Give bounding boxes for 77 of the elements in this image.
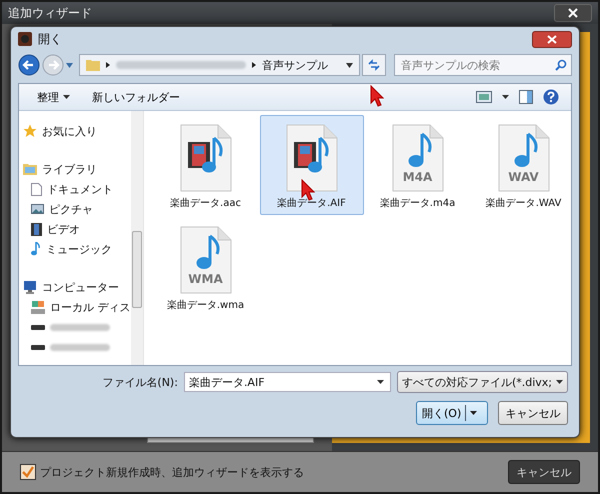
search-input[interactable]: 音声サンプルの検索 bbox=[399, 58, 555, 72]
drive-icon bbox=[31, 344, 45, 350]
disk-icon bbox=[31, 300, 45, 314]
sidebar-item[interactable]: ミュージック bbox=[19, 239, 130, 259]
computer-icon bbox=[23, 280, 37, 294]
chevron-icon bbox=[106, 62, 110, 68]
file-type-dropdown[interactable]: すべての対応ファイル(*.divx; bbox=[396, 371, 568, 393]
caret-icon bbox=[63, 95, 70, 99]
sidebar-item[interactable]: ローカル ディス bbox=[19, 297, 130, 317]
close-icon bbox=[568, 8, 578, 18]
search-icon bbox=[555, 59, 567, 71]
sidebar-item[interactable]: ライブラリ bbox=[19, 159, 130, 179]
filename-label: ファイル名(N): bbox=[102, 374, 178, 390]
file-name: 楽曲データ.WAV bbox=[486, 196, 562, 210]
app-icon bbox=[18, 32, 32, 46]
show-wizard-checkbox[interactable]: プロジェクト新規作成時、追加ウィザードを表示する bbox=[20, 464, 500, 480]
chevron-icon bbox=[252, 62, 256, 68]
search-field[interactable]: 音声サンプルの検索 bbox=[394, 54, 572, 76]
window-title: 追加ウィザード bbox=[8, 4, 93, 22]
checkbox[interactable] bbox=[20, 464, 36, 480]
file-type-label: WAV bbox=[508, 170, 539, 184]
dialog-title: 開く bbox=[38, 30, 62, 48]
caret-icon[interactable] bbox=[376, 380, 384, 384]
sidebar-item[interactable]: ビデオ bbox=[19, 219, 130, 239]
caret-icon[interactable] bbox=[502, 95, 509, 99]
file-item[interactable]: 楽曲データ.aac bbox=[154, 115, 258, 215]
back-icon[interactable] bbox=[18, 54, 40, 76]
film-icon bbox=[31, 222, 42, 236]
file-type-label: M4A bbox=[402, 170, 432, 184]
organize-menu[interactable]: 整理 bbox=[31, 88, 76, 106]
refresh-icon bbox=[367, 59, 381, 71]
caret-icon[interactable] bbox=[346, 62, 353, 68]
folder-icon bbox=[86, 59, 100, 71]
new-folder-button[interactable]: 新しいフォルダー bbox=[86, 88, 186, 106]
blurred-label bbox=[50, 344, 110, 350]
cancel-button[interactable]: キャンセル bbox=[498, 401, 568, 425]
audio-file-icon bbox=[392, 124, 444, 192]
document-icon bbox=[31, 182, 42, 196]
star-icon bbox=[23, 124, 37, 138]
file-name: 楽曲データ.AIF bbox=[277, 196, 346, 210]
open-button[interactable]: 開く(O) bbox=[416, 401, 488, 425]
close-button[interactable] bbox=[532, 30, 572, 48]
audio-file-icon bbox=[498, 124, 550, 192]
sidebar-item[interactable]: コンピューター bbox=[19, 277, 130, 297]
scrollbar[interactable] bbox=[130, 111, 142, 365]
close-icon bbox=[547, 34, 557, 44]
sidebar-item[interactable]: ドキュメント bbox=[19, 179, 130, 199]
audio-file-icon bbox=[180, 226, 232, 294]
file-name: 楽曲データ.aac bbox=[170, 196, 241, 210]
view-icon[interactable] bbox=[476, 91, 492, 103]
breadcrumb-item[interactable]: 音声サンプル bbox=[262, 58, 328, 72]
file-type-label: WMA bbox=[188, 272, 223, 286]
media-file-icon bbox=[286, 124, 338, 192]
file-item[interactable]: 楽曲データ.AIF bbox=[260, 115, 364, 215]
cancel-button[interactable]: キャンセル bbox=[508, 460, 580, 484]
drive-icon bbox=[31, 324, 45, 330]
caret-icon[interactable] bbox=[470, 411, 478, 415]
cursor-icon bbox=[370, 85, 384, 107]
file-name: 楽曲データ.m4a bbox=[380, 196, 456, 210]
file-item[interactable]: WMA 楽曲データ.wma bbox=[154, 217, 258, 317]
preview-pane-icon[interactable] bbox=[519, 90, 533, 104]
refresh-button[interactable] bbox=[362, 54, 386, 76]
media-file-icon bbox=[180, 124, 232, 192]
file-item[interactable]: M4A 楽曲データ.m4a bbox=[366, 115, 470, 215]
sidebar-item[interactable]: ピクチャ bbox=[19, 199, 130, 219]
library-icon bbox=[23, 163, 37, 175]
music-note-icon bbox=[31, 242, 41, 256]
file-item[interactable]: WAV 楽曲データ.WAV bbox=[472, 115, 576, 215]
picture-icon bbox=[31, 204, 44, 214]
filename-field[interactable]: 楽曲データ.AIF bbox=[184, 372, 391, 392]
address-bar[interactable]: 音声サンプル bbox=[79, 54, 360, 76]
blurred-label bbox=[50, 324, 110, 330]
close-button[interactable] bbox=[554, 4, 592, 22]
file-name: 楽曲データ.wma bbox=[166, 298, 244, 312]
help-icon[interactable] bbox=[543, 89, 559, 105]
caret-icon bbox=[556, 380, 563, 384]
sidebar-item[interactable]: お気に入り bbox=[19, 121, 130, 141]
